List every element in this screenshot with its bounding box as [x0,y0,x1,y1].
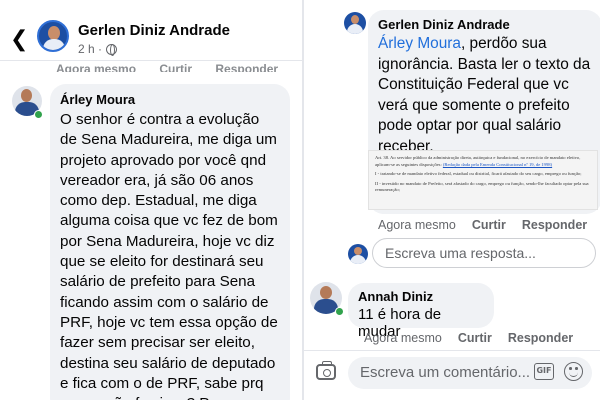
screenshot-collage: ❮ Gerlen Diniz Andrade 2 h · Agora mesmo… [0,0,600,400]
online-indicator [34,110,43,119]
reply-input[interactable]: Escreva uma resposta... [372,238,596,268]
camera-icon[interactable] [316,361,336,380]
left-panel: ❮ Gerlen Diniz Andrade 2 h · Agora mesmo… [0,0,302,400]
smile-icon[interactable] [564,362,583,381]
reply-like-button[interactable]: Curtir [472,218,506,232]
comment-text: O senhor é contra a evolução de Sena Mad… [60,111,278,400]
composer-avatar [348,244,368,264]
previous-reply-button[interactable]: Responder [215,62,278,72]
globe-icon [106,43,118,56]
law-line-2: I - tratando-se de mandato eletivo feder… [375,171,582,177]
comment-input[interactable]: Escreva um comentário... [348,357,592,389]
page-avatar[interactable] [37,20,69,52]
previous-like-button[interactable]: Curtir [159,62,192,72]
reply-time: Agora mesmo [378,218,456,232]
post-meta: 2 h · [78,42,118,56]
reply-respond-button[interactable]: Responder [522,218,587,232]
mention-link[interactable]: Árley Moura [378,35,461,52]
arley-comment-bubble: Árley Moura O senhor é contra a evolução… [50,84,290,400]
online-indicator [335,307,344,316]
comment-author[interactable]: Árley Moura [60,92,280,107]
post-time: 2 h · [78,42,103,56]
annah-author[interactable]: Annah Diniz [358,289,484,304]
law-link: (Redação dada pela Emenda Constitucional… [442,161,553,167]
annah-time: Agora mesmo [364,331,442,345]
reply-text: Árley Moura, perdõo sua ignorância. Bast… [378,34,592,158]
reply-author[interactable]: Gerlen Diniz Andrade [378,17,592,32]
annah-actions: Agora mesmo Curtir Responder [364,331,573,345]
gif-icon[interactable]: GIF [534,363,554,380]
reply-body: , perdõo sua ignorância. Basta ler o tex… [378,35,591,155]
annah-like-button[interactable]: Curtir [458,331,492,345]
composer-divider [304,350,600,351]
page-name[interactable]: Gerlen Diniz Andrade [78,22,230,39]
annah-comment-bubble: Annah Diniz 11 é hora de mudar [348,283,494,340]
right-panel: Gerlen Diniz Andrade Árley Moura, perdõo… [304,0,600,400]
law-line-3: II - investido no mandato de Prefeito, s… [375,180,589,193]
gerlen-reply-avatar[interactable] [344,12,366,34]
previous-time: Agora mesmo [56,62,137,72]
reply-actions: Agora mesmo Curtir Responder [378,218,587,232]
header-divider [0,60,302,61]
back-arrow-icon[interactable]: ❮ [10,27,28,52]
annah-respond-button[interactable]: Responder [508,331,573,345]
previous-comment-actions: Agora mesmo Curtir Responder [56,62,298,72]
constitution-excerpt-image[interactable]: Art. 38. Ao servidor público da administ… [368,150,598,210]
